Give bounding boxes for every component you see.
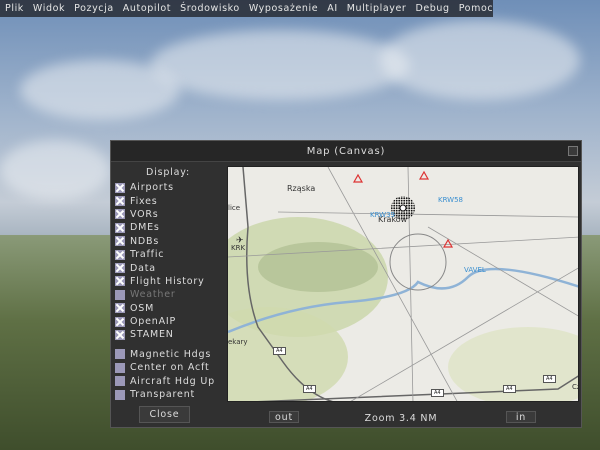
map-label-krw39: KRW39	[370, 211, 395, 219]
option-label: Data	[130, 262, 156, 274]
road-shield-a4: A4	[503, 385, 516, 393]
option-label: NDBs	[130, 235, 160, 247]
option-weather[interactable]: Weather	[115, 288, 221, 301]
map-tiles	[228, 167, 578, 401]
menu-item[interactable]: Pomoc	[459, 3, 494, 14]
map-label-cz: Cz	[572, 383, 578, 391]
option-magnetic-hdgs[interactable]: Magnetic Hdgs	[115, 348, 221, 361]
road-shield-a4: A4	[303, 385, 316, 393]
airplane-icon: ✈	[236, 236, 244, 246]
option-flight-history[interactable]: Flight History	[115, 275, 221, 288]
checkbox[interactable]	[115, 222, 125, 233]
option-osm[interactable]: OSM	[115, 302, 221, 315]
checkbox[interactable]	[115, 289, 125, 300]
option-label: Flight History	[130, 275, 205, 287]
option-label: Weather	[130, 289, 176, 301]
map-canvas[interactable]: Rząska Kraków KRW39 KRW58 VAVEL KRK ✈ li…	[227, 166, 579, 402]
dialog-title: Map (Canvas)	[306, 146, 386, 157]
option-label: Airports	[130, 182, 174, 194]
menu-bar: Plik Widok Pozycja Autopilot Środowisko Wypos…	[0, 0, 493, 17]
option-label: Aircraft Hdg Up	[130, 375, 215, 387]
zoom-out-button[interactable]: out	[269, 411, 299, 423]
option-aircraft-hdg-up[interactable]: Aircraft Hdg Up	[115, 374, 221, 387]
option-stamen[interactable]: STAMEN	[115, 328, 221, 341]
checkbox[interactable]	[115, 316, 125, 327]
option-label: OpenAIP	[130, 316, 177, 328]
menu-item[interactable]: Debug	[415, 3, 449, 14]
option-label: STAMEN	[130, 329, 174, 341]
checkbox[interactable]	[115, 376, 125, 387]
display-label: Display:	[146, 167, 190, 178]
checkbox[interactable]	[115, 329, 125, 340]
option-dmes[interactable]: DMEs	[115, 221, 221, 234]
option-label: VORs	[130, 208, 159, 220]
menu-item[interactable]: Wyposażenie	[249, 3, 318, 14]
menu-item[interactable]: Plik	[5, 3, 24, 14]
map-label-lice: lice	[228, 204, 241, 212]
option-ndbs[interactable]: NDBs	[115, 235, 221, 248]
menu-item[interactable]: AI	[327, 3, 338, 14]
dialog-title-bar[interactable]: Map (Canvas)	[111, 141, 581, 162]
checkbox[interactable]	[115, 276, 125, 287]
road-shield-a4: A4	[431, 389, 444, 397]
option-transparent[interactable]: Transparent	[115, 388, 221, 401]
menu-item[interactable]: Autopilot	[123, 3, 171, 14]
menu-item[interactable]: Multiplayer	[347, 3, 407, 14]
option-openaip[interactable]: OpenAIP	[115, 315, 221, 328]
checkbox[interactable]	[115, 209, 125, 220]
zoom-in-button[interactable]: in	[506, 411, 536, 423]
menu-item[interactable]: Widok	[33, 3, 65, 14]
option-label: Center on Acft	[130, 362, 210, 374]
map-label-ekary: ekary	[228, 338, 248, 346]
option-fixes[interactable]: Fixes	[115, 194, 221, 207]
option-label: Transparent	[130, 389, 196, 401]
menu-item[interactable]: Pozycja	[74, 3, 114, 14]
checkbox[interactable]	[115, 303, 125, 314]
zoom-level: Zoom 3.4 NM	[364, 413, 438, 424]
road-shield-a4: A4	[273, 347, 286, 355]
option-airports[interactable]: Airports	[115, 181, 221, 194]
checkbox[interactable]	[115, 362, 125, 373]
option-label: Fixes	[130, 195, 158, 207]
display-options: Display: Airports Fixes VORs DMEs NDBs Traffi…	[115, 167, 221, 401]
map-label-krw58: KRW58	[438, 196, 463, 204]
option-label: Traffic	[130, 249, 165, 261]
checkbox[interactable]	[115, 349, 125, 360]
checkbox[interactable]	[115, 182, 125, 193]
checkbox[interactable]	[115, 236, 125, 247]
option-center-on-acft[interactable]: Center on Acft	[115, 361, 221, 374]
map-dialog: Map (Canvas) Display: Airports Fixes VORs D…	[110, 140, 582, 428]
menu-item[interactable]: Środowisko	[180, 3, 240, 14]
road-shield-a4: A4	[543, 375, 556, 383]
option-label: OSM	[130, 302, 155, 314]
option-label: Magnetic Hdgs	[130, 348, 212, 360]
option-data[interactable]: Data	[115, 261, 221, 274]
map-label-rzaska: Rząska	[287, 184, 316, 193]
option-traffic[interactable]: Traffic	[115, 248, 221, 261]
checkbox[interactable]	[115, 389, 125, 400]
option-label: DMEs	[130, 222, 160, 234]
checkbox[interactable]	[115, 196, 125, 207]
option-vors[interactable]: VORs	[115, 208, 221, 221]
close-button[interactable]: Close	[139, 406, 190, 423]
map-label-vavel: VAVEL	[464, 266, 486, 274]
close-icon[interactable]	[568, 146, 578, 156]
checkbox[interactable]	[115, 249, 125, 260]
checkbox[interactable]	[115, 263, 125, 274]
